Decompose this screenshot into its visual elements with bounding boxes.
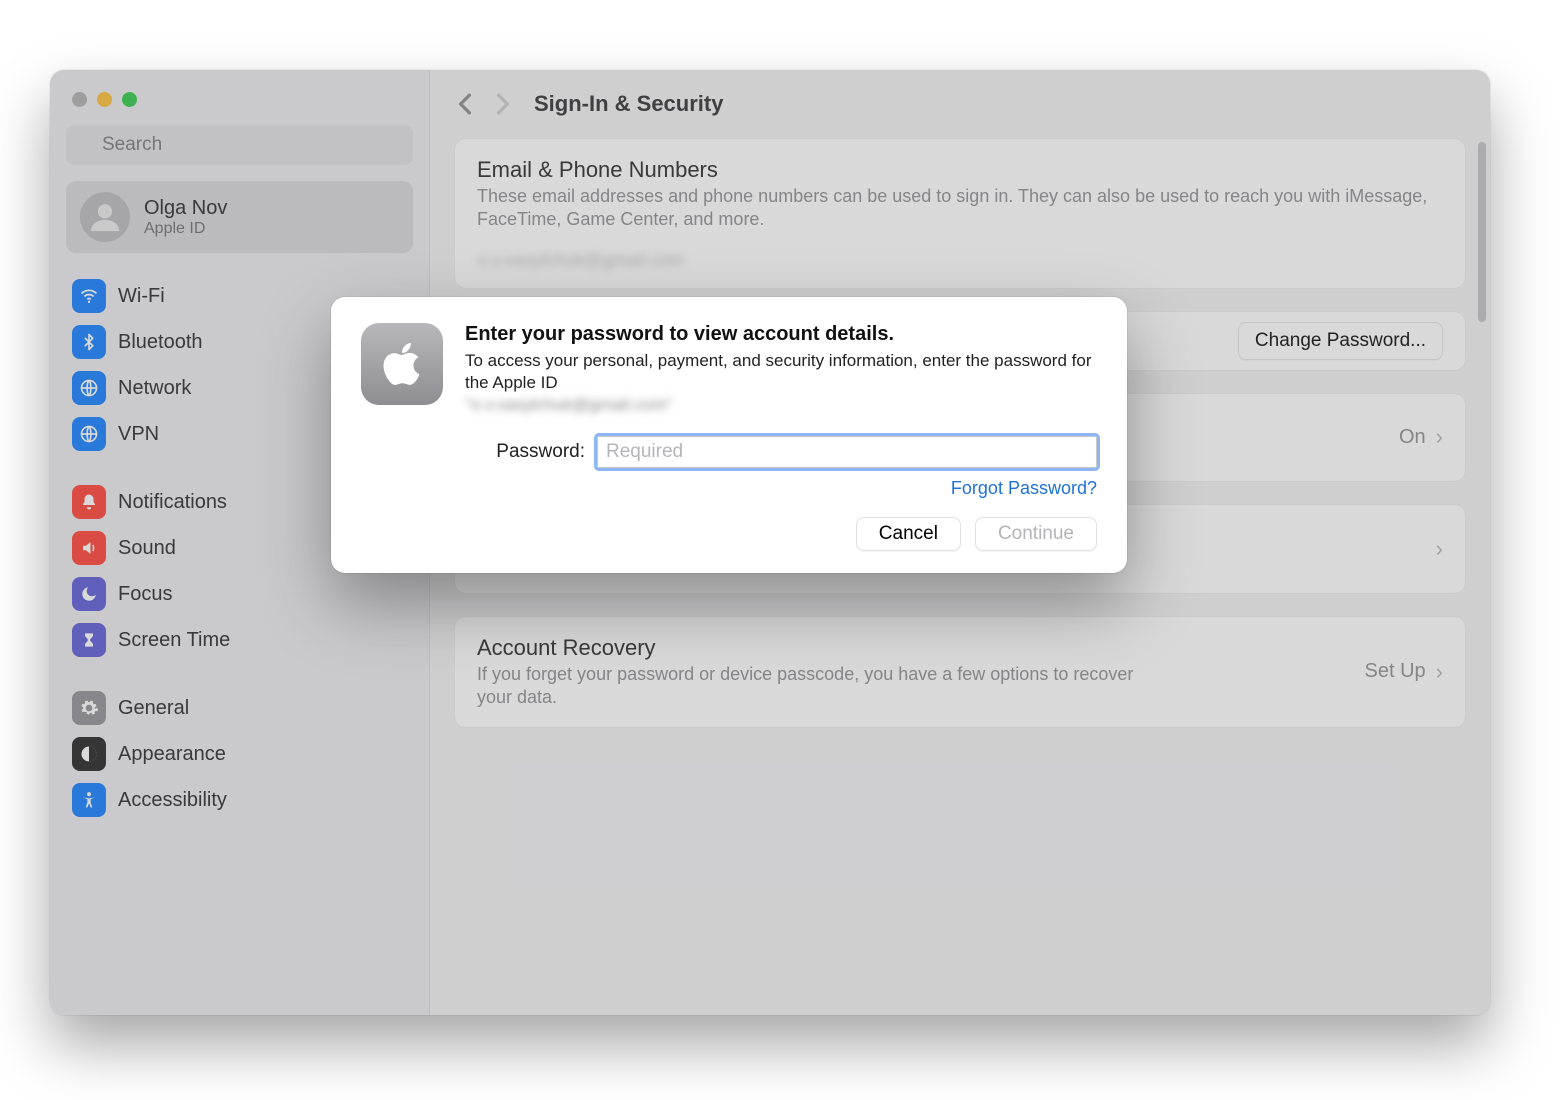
sidebar-item-screen-time[interactable]: Screen Time [66,617,413,663]
password-label: Password: [465,441,585,463]
section-account-recovery[interactable]: Account Recovery If you forget your pass… [454,616,1466,729]
account-subtitle: Apple ID [144,220,227,238]
change-password-button[interactable]: Change Password... [1238,322,1443,360]
wifi-icon [72,279,106,313]
section-title: Email & Phone Numbers [477,157,1443,183]
sidebar-item-label: Wi-Fi [118,285,165,308]
chevron-right-icon: › [1436,659,1443,685]
chevron-right-icon: › [1436,536,1443,562]
password-dialog: Enter your password to view account deta… [331,297,1127,573]
sidebar-item-label: Focus [118,583,172,606]
continue-button[interactable]: Continue [975,517,1097,551]
password-input[interactable] [597,436,1097,468]
hourglass-icon [72,623,106,657]
sidebar-item-accessibility[interactable]: Accessibility [66,777,413,823]
dialog-apple-id-blurred: "o.v.vasylchuk@gmail.com" [465,395,673,414]
apple-logo-icon [361,323,443,405]
account-name: Olga Nov [144,197,227,220]
bell-icon [72,485,106,519]
section-email-phone[interactable]: Email & Phone Numbers These email addres… [454,138,1466,289]
sidebar-item-label: Accessibility [118,789,227,812]
dialog-title: Enter your password to view account deta… [465,323,1097,346]
content: Email & Phone Numbers These email addres… [430,138,1490,1015]
sidebar-item-label: Notifications [118,491,227,514]
access-icon [72,783,106,817]
cancel-button[interactable]: Cancel [856,517,961,551]
page-title: Sign-In & Security [534,91,723,117]
scrollbar[interactable] [1478,142,1486,322]
sidebar-item-label: Appearance [118,743,226,766]
close-button[interactable] [72,92,87,107]
gear-icon [72,691,106,725]
sidebar-item-general[interactable]: General [66,685,413,731]
globe-icon [72,371,106,405]
sidebar-item-label: VPN [118,423,159,446]
section-desc: These email addresses and phone numbers … [477,185,1443,232]
toolbar: Sign-In & Security [430,70,1490,138]
apple-id-account-row[interactable]: Olga Nov Apple ID [66,181,413,253]
moon-icon [72,577,106,611]
section-title: Account Recovery [477,635,1157,661]
search-input[interactable] [66,125,413,165]
minimize-button[interactable] [97,92,112,107]
vpn-icon [72,417,106,451]
avatar-icon [80,192,130,242]
sidebar-item-label: Sound [118,537,176,560]
sidebar-item-focus[interactable]: Focus [66,571,413,617]
sidebar-item-label: Screen Time [118,629,230,652]
section-desc: If you forget your password or device pa… [477,663,1157,710]
forward-button[interactable] [488,89,518,119]
maximize-button[interactable] [122,92,137,107]
redacted-email: o.v.vasylchuk@gmail.com [477,250,737,270]
sidebar-item-label: General [118,697,189,720]
sidebar-item-label: Network [118,377,191,400]
forgot-password-link[interactable]: Forgot Password? [465,478,1097,499]
sidebar-item-appearance[interactable]: Appearance [66,731,413,777]
bt-icon [72,325,106,359]
dialog-text: To access your personal, payment, and se… [465,351,1091,392]
window-controls [50,86,429,125]
sound-icon [72,531,106,565]
back-button[interactable] [450,89,480,119]
chevron-right-icon: › [1436,424,1443,450]
account-recovery-status: Set Up [1365,660,1426,683]
sidebar-item-label: Bluetooth [118,331,203,354]
two-factor-status: On [1399,426,1426,449]
appearance-icon [72,737,106,771]
